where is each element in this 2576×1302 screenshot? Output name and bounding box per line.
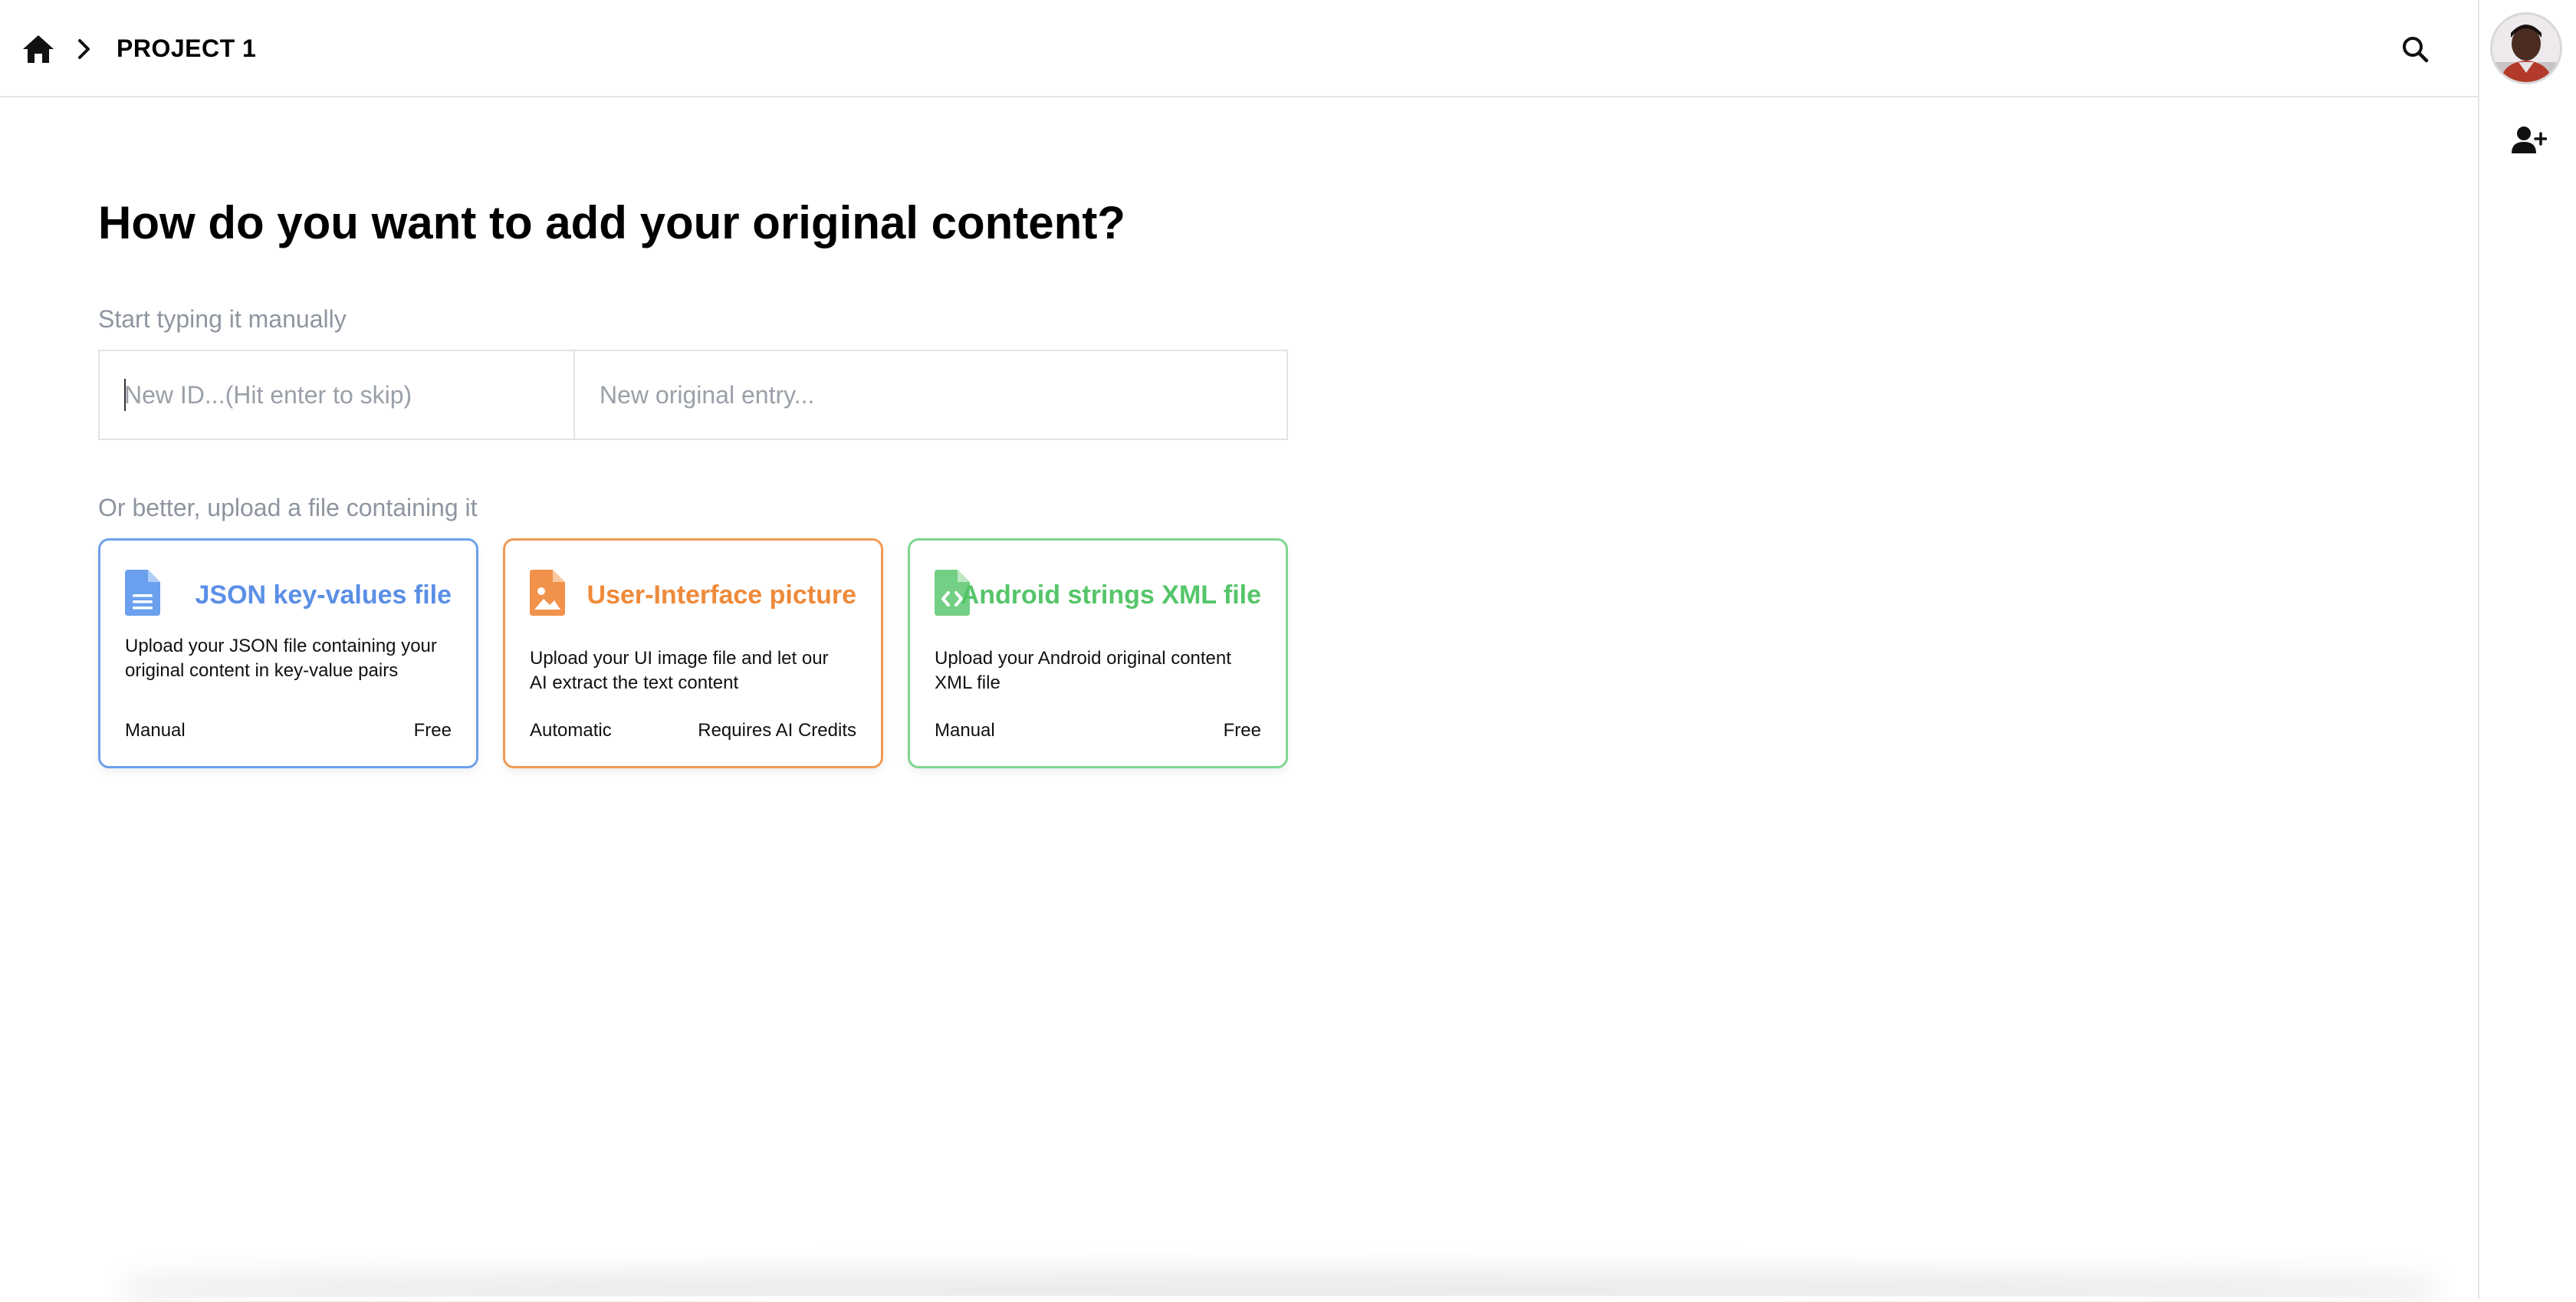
manual-entry-label: Start typing it manually xyxy=(98,305,347,333)
card-mode: Manual xyxy=(935,720,995,741)
user-plus-icon[interactable] xyxy=(2512,126,2548,156)
search-icon[interactable] xyxy=(2401,35,2429,63)
card-cost: Free xyxy=(1223,720,1261,741)
android-xml-upload-card[interactable]: Android strings XML file Upload your And… xyxy=(908,538,1288,768)
manual-entry-row xyxy=(98,350,1288,440)
right-sidebar xyxy=(2478,0,2576,1299)
top-bar: PROJECT 1 xyxy=(0,0,2478,97)
json-upload-card[interactable]: JSON key-values file Upload your JSON fi… xyxy=(98,538,478,768)
home-icon[interactable] xyxy=(21,34,55,64)
document-icon xyxy=(125,570,160,616)
card-title: User-Interface picture xyxy=(586,580,856,610)
ui-picture-upload-card[interactable]: User-Interface picture Upload your UI im… xyxy=(503,538,883,768)
card-title: JSON key-values file xyxy=(195,580,452,610)
card-description: Upload your Android original content XML… xyxy=(935,648,1231,693)
image-file-icon xyxy=(530,570,565,616)
card-mode: Manual xyxy=(125,720,186,741)
avatar[interactable] xyxy=(2490,12,2562,84)
card-description: Upload your UI image file and let our AI… xyxy=(530,648,829,693)
breadcrumb-project[interactable]: PROJECT 1 xyxy=(117,35,256,63)
text-cursor xyxy=(124,379,126,411)
card-cost: Requires AI Credits xyxy=(698,720,856,741)
card-title: Android strings XML file xyxy=(960,580,1261,610)
bottom-panel-shadow xyxy=(138,1296,2423,1302)
chevron-right-icon xyxy=(75,38,94,60)
card-description: Upload your JSON file containing your or… xyxy=(125,636,437,681)
new-id-input[interactable] xyxy=(100,351,575,439)
page-title: How do you want to add your original con… xyxy=(98,197,1125,248)
upload-label: Or better, upload a file containing it xyxy=(98,494,478,521)
card-cost: Free xyxy=(413,720,452,741)
card-mode: Automatic xyxy=(530,720,612,741)
new-entry-input[interactable] xyxy=(575,351,1286,439)
